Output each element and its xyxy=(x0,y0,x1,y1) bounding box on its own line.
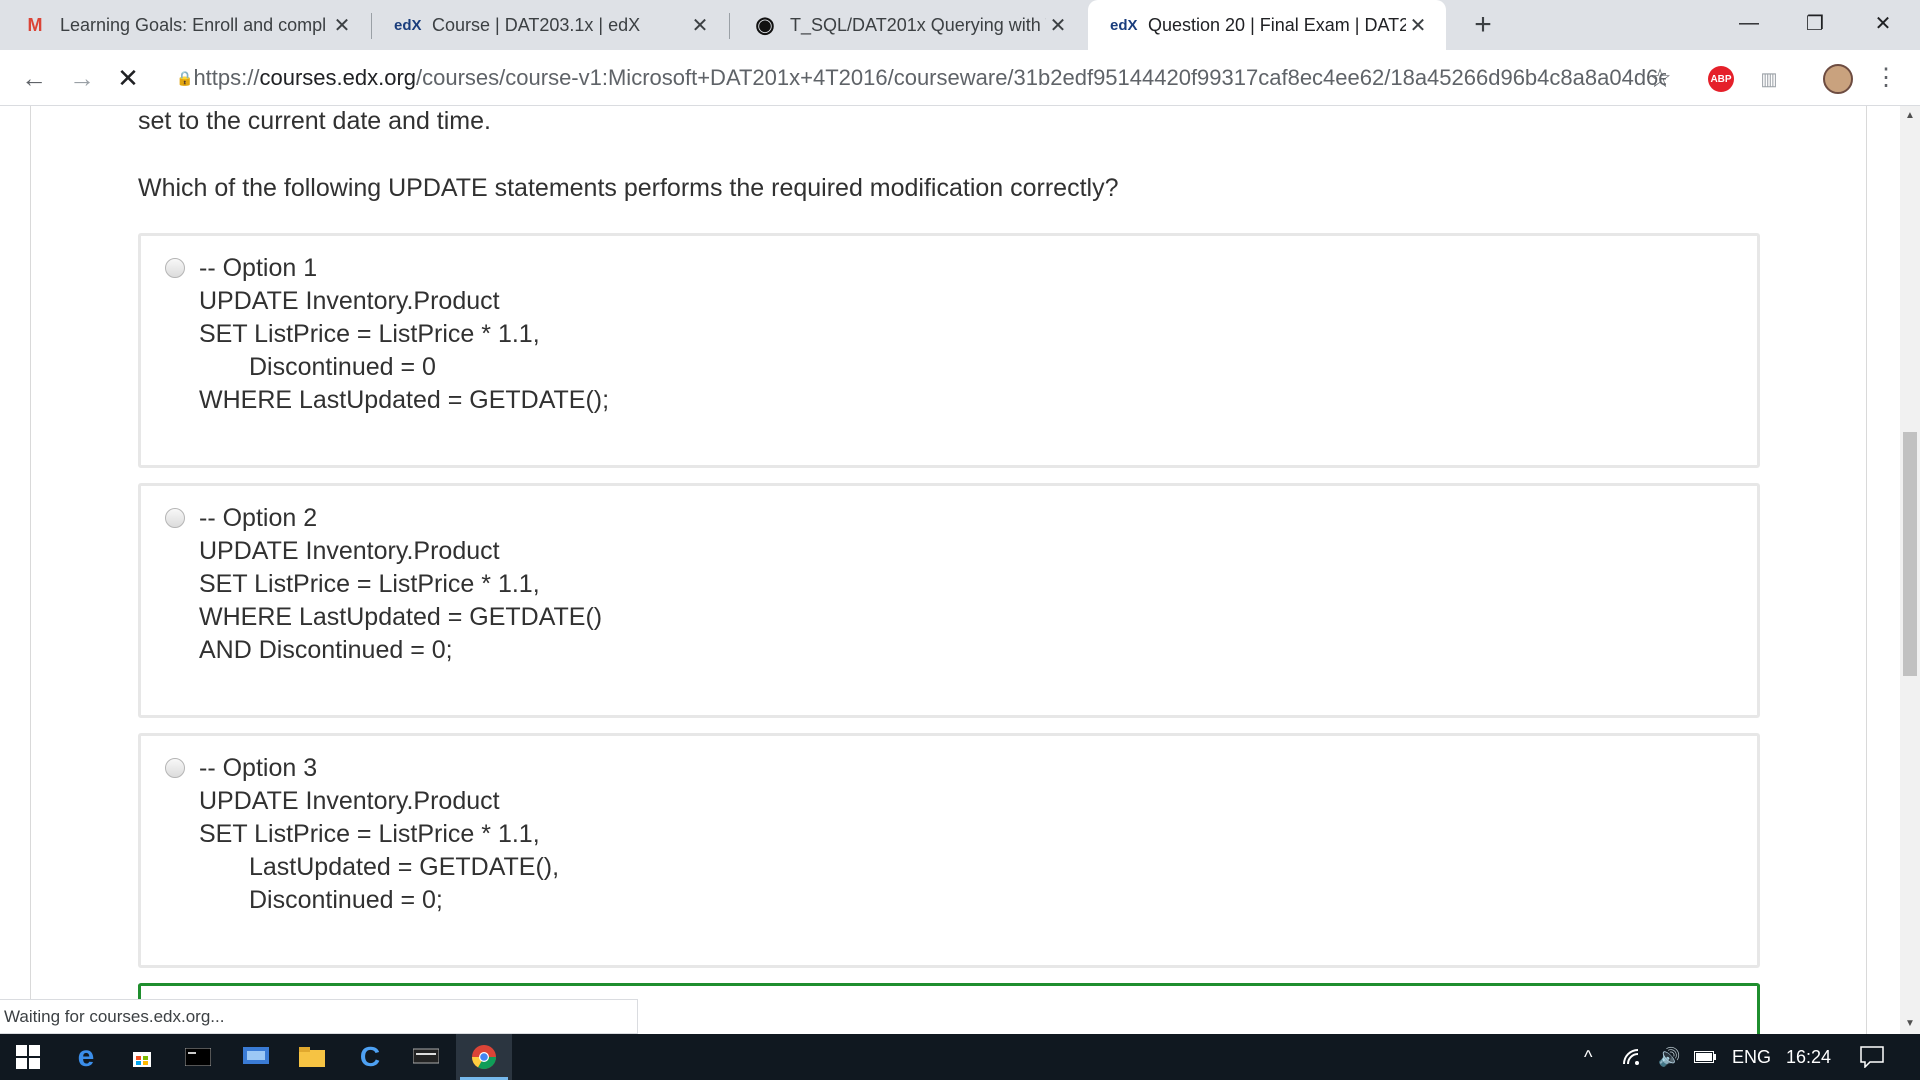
radio-button[interactable] xyxy=(165,258,185,278)
tab-gmail[interactable]: M Learning Goals: Enroll and compl ✕ xyxy=(0,0,370,50)
profile-avatar[interactable] xyxy=(1823,64,1853,94)
status-bubble: Waiting for courses.edx.org... xyxy=(0,999,638,1034)
tab-title: Course | DAT203.1x | edX xyxy=(432,14,641,35)
radio-button[interactable] xyxy=(165,508,185,528)
window-close-button[interactable]: ✕ xyxy=(1850,0,1916,46)
question-text-partial: set to the current date and time. xyxy=(138,107,491,135)
answer-option-1[interactable]: -- Option 1 UPDATE Inventory.Product SET… xyxy=(138,233,1760,468)
tab-title: T_SQL/DAT201x Querying with Tr xyxy=(790,14,1046,35)
tab-edx-question[interactable]: edX Question 20 | Final Exam | DAT20 ✕ xyxy=(1088,0,1446,50)
terminal-icon[interactable] xyxy=(170,1034,226,1080)
back-button[interactable]: ← xyxy=(14,58,54,98)
bookmark-star-icon[interactable]: ☆ xyxy=(1642,60,1678,96)
edge-icon[interactable]: e xyxy=(58,1034,114,1080)
gmail-icon: M xyxy=(27,14,43,35)
minimize-button[interactable]: — xyxy=(1716,0,1782,46)
chrome-icon[interactable] xyxy=(456,1034,512,1080)
code-line: -- Option 2 xyxy=(199,504,318,532)
code-line: Discontinued = 0 xyxy=(249,353,436,381)
tab-github[interactable]: ◉ T_SQL/DAT201x Querying with Tr ✕ xyxy=(730,0,1086,50)
browser-menu-icon[interactable]: ⋮ xyxy=(1872,62,1900,94)
question-prompt: Which of the following UPDATE statements… xyxy=(138,174,1119,202)
code-line: Discontinued = 0; xyxy=(249,886,443,914)
content-border-left xyxy=(30,106,31,1034)
url-path: /courses/course-v1:Microsoft+DAT201x+4T2… xyxy=(416,65,1666,90)
tab-edx-course[interactable]: edX Course | DAT203.1x | edX ✕ xyxy=(372,0,728,50)
close-icon[interactable]: ✕ xyxy=(330,13,354,38)
code-line: UPDATE Inventory.Product xyxy=(199,537,500,565)
wifi-icon[interactable] xyxy=(1622,1034,1644,1080)
edx-icon: edX xyxy=(394,16,422,34)
github-icon: ◉ xyxy=(755,12,775,37)
forward-button[interactable]: → xyxy=(62,58,102,98)
page-scrollbar[interactable]: ▲ ▼ xyxy=(1900,106,1920,1034)
code-line: SET ListPrice = ListPrice * 1.1, xyxy=(199,570,540,598)
tray-overflow-icon[interactable]: ^ xyxy=(1584,1034,1592,1080)
code-line: WHERE LastUpdated = GETDATE() xyxy=(199,603,603,631)
scrollbar-thumb[interactable] xyxy=(1903,432,1917,676)
windows-start-icon[interactable] xyxy=(0,1034,56,1080)
code-line: WHERE LastUpdated = GETDATE(); xyxy=(199,386,610,414)
code-line: AND Discontinued = 0; xyxy=(199,636,453,664)
stop-button[interactable]: ✕ xyxy=(108,58,148,98)
tab-title: Learning Goals: Enroll and compl xyxy=(60,14,327,35)
browser-toolbar: ← → ✕ 🔒 https://courses.edx.org/courses/… xyxy=(0,50,1920,106)
clock[interactable]: 16:24 xyxy=(1786,1034,1831,1080)
adblock-plus-icon[interactable]: ABP xyxy=(1708,66,1734,92)
url-scheme: https:// xyxy=(193,65,260,90)
volume-icon[interactable]: 🔊 xyxy=(1658,1034,1680,1080)
content-border-right xyxy=(1866,106,1867,1034)
battery-icon[interactable] xyxy=(1694,1034,1716,1080)
code-line: UPDATE Inventory.Product xyxy=(199,287,500,315)
monitor-app-icon[interactable] xyxy=(398,1034,454,1080)
code-line: -- Option 1 xyxy=(199,254,318,282)
close-icon[interactable]: ✕ xyxy=(688,13,712,38)
edx-icon: edX xyxy=(1110,16,1138,34)
code-line: UPDATE Inventory.Product xyxy=(199,787,500,815)
url-host: courses.edx.org xyxy=(259,65,417,90)
option-code: -- Option 3 UPDATE Inventory.Product SET… xyxy=(199,752,559,917)
code-line: SET ListPrice = ListPrice * 1.1, xyxy=(199,320,540,348)
tab-strip: M Learning Goals: Enroll and compl ✕ edX… xyxy=(0,0,1920,50)
code-line: SET ListPrice = ListPrice * 1.1, xyxy=(199,820,540,848)
page-content: set to the current date and time. Which … xyxy=(0,106,1900,1034)
answer-option-2[interactable]: -- Option 2 UPDATE Inventory.Product SET… xyxy=(138,483,1760,718)
close-icon[interactable]: ✕ xyxy=(1046,13,1070,38)
store-icon[interactable] xyxy=(114,1034,170,1080)
windows-taskbar: e C ^ 🔊 ENG 16:24 xyxy=(0,1034,1920,1080)
tab-title: Question 20 | Final Exam | DAT20 xyxy=(1148,14,1406,35)
option-code: -- Option 2 UPDATE Inventory.Product SET… xyxy=(199,502,602,667)
address-bar[interactable]: 🔒 https://courses.edx.org/courses/course… xyxy=(176,56,1666,100)
lock-icon: 🔒 xyxy=(176,69,194,86)
notifications-icon[interactable] xyxy=(1860,1034,1884,1080)
restore-button[interactable]: ❐ xyxy=(1782,0,1848,46)
scroll-down-icon[interactable]: ▼ xyxy=(1900,1014,1920,1034)
file-explorer-icon[interactable] xyxy=(284,1034,340,1080)
new-tab-button[interactable]: + xyxy=(1466,6,1500,44)
language-indicator[interactable]: ENG xyxy=(1732,1034,1771,1080)
code-line: -- Option 3 xyxy=(199,754,318,782)
option-code: -- Option 1 UPDATE Inventory.Product SET… xyxy=(199,252,609,417)
remote-desktop-icon[interactable] xyxy=(228,1034,284,1080)
answer-option-3[interactable]: -- Option 3 UPDATE Inventory.Product SET… xyxy=(138,733,1760,968)
ccleaner-icon[interactable]: C xyxy=(342,1034,398,1080)
radio-button[interactable] xyxy=(165,758,185,778)
extension-icon[interactable]: ▥ xyxy=(1756,66,1782,92)
close-icon[interactable]: ✕ xyxy=(1406,13,1430,38)
code-line: LastUpdated = GETDATE(), xyxy=(249,853,560,881)
scroll-up-icon[interactable]: ▲ xyxy=(1900,106,1920,126)
